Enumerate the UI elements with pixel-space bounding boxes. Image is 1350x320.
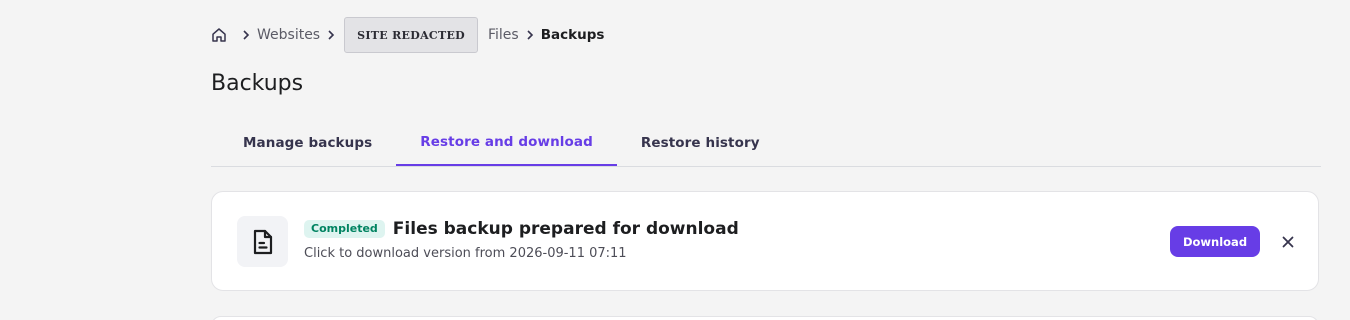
- breadcrumb-current: Backups: [540, 27, 605, 43]
- tab-bar: Manage backups Restore and download Rest…: [211, 119, 1321, 167]
- chevron-right-icon: [242, 30, 250, 40]
- breadcrumb-files[interactable]: Files: [488, 27, 519, 43]
- breadcrumb-site[interactable]: SITE REDACTED: [344, 17, 478, 53]
- card-body: Completed Files backup prepared for down…: [304, 219, 739, 261]
- file-document-icon: [237, 216, 288, 267]
- breadcrumb: Websites SITE REDACTED Files Backups: [211, 17, 604, 53]
- tab-restore-history[interactable]: Restore history: [617, 119, 784, 166]
- status-badge: Completed: [304, 220, 385, 238]
- home-icon[interactable]: [211, 26, 229, 44]
- download-button[interactable]: Download: [1170, 226, 1260, 257]
- card-subtitle: Click to download version from 2026-09-1…: [304, 246, 627, 261]
- page: Websites SITE REDACTED Files Backups Bac…: [0, 0, 1350, 320]
- card-title: Files backup prepared for download: [392, 219, 739, 239]
- tab-restore-and-download[interactable]: Restore and download: [396, 119, 617, 166]
- close-icon[interactable]: [1278, 232, 1298, 252]
- page-title: Backups: [211, 71, 304, 96]
- breadcrumb-websites[interactable]: Websites: [257, 27, 320, 43]
- chevron-right-icon: [526, 30, 534, 40]
- next-card: [211, 316, 1319, 320]
- backup-ready-card: Completed Files backup prepared for down…: [211, 191, 1319, 291]
- tab-manage-backups[interactable]: Manage backups: [211, 119, 396, 166]
- chevron-right-icon: [327, 30, 335, 40]
- card-header: Completed Files backup prepared for down…: [304, 219, 739, 239]
